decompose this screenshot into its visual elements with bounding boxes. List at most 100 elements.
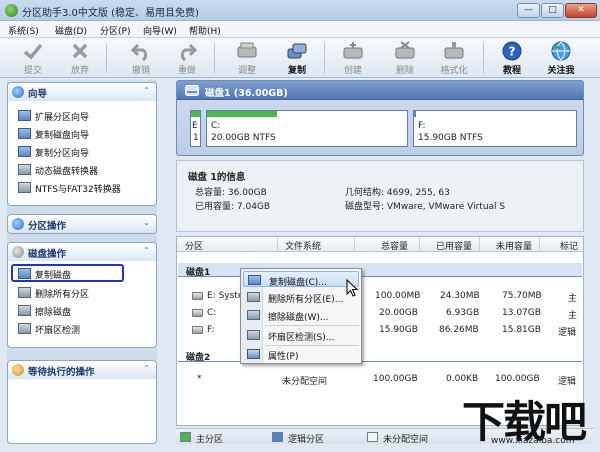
pending-ops-icon	[12, 364, 24, 376]
toolbar: 提交 放弃 撤销 重做 调整 复制 创建 删除 格式化 ? 教程 关注我	[0, 38, 600, 78]
column-header-filesystem[interactable]: 文件系统	[285, 239, 321, 252]
delete-drive-icon	[395, 41, 415, 59]
toolbar-separator	[483, 43, 484, 73]
cell-used: 6.93GB	[446, 308, 480, 318]
partition-block-e[interactable]: E 1	[190, 110, 201, 147]
disk-group-row[interactable]: 磁盘2	[178, 348, 582, 363]
context-item-properties[interactable]: 属性(P)	[243, 346, 359, 362]
context-item-delete-all[interactable]: 删除所有分区(E)...	[243, 289, 359, 305]
logical-legend-swatch	[272, 432, 283, 442]
submit-button[interactable]: 提交	[13, 40, 53, 76]
copy-disk-icon	[18, 268, 31, 279]
partition-block-c[interactable]: C: 20.00GB NTFS	[206, 110, 408, 147]
column-header-partition[interactable]: 分区	[185, 239, 203, 252]
close-button[interactable]: ✕	[565, 3, 597, 18]
app-logo-icon	[5, 4, 18, 17]
delete-button[interactable]: 删除	[385, 40, 425, 76]
context-item-wipe-disk[interactable]: 擦除磁盘(W)...	[243, 307, 359, 323]
watermark-url: www.xiazaiba.com	[491, 436, 575, 446]
undo-button[interactable]: 撤销	[121, 40, 161, 76]
wizard-item-icon	[18, 146, 31, 157]
column-header-flag[interactable]: 标记	[560, 239, 578, 252]
toolbar-separator	[324, 43, 325, 73]
tutorial-label: 教程	[502, 66, 521, 76]
pending-ops-panel: 等待执行的操作 ⌃	[7, 360, 157, 444]
cell-free: 75.70MB	[502, 291, 542, 301]
table-row[interactable]: C: 20.00GB 6.93GB 13.07GB 主	[177, 306, 583, 321]
copy-label: 复制	[287, 66, 306, 76]
left-panel: 向导 ⌃ 扩展分区向导 复制磁盘向导 复制分区向导 动态磁盘转换器 NTFS与F…	[7, 80, 157, 444]
column-header-free[interactable]: 未用容量	[496, 239, 532, 252]
context-item-label: 复制磁盘(C)...	[269, 278, 327, 288]
wizard-panel-header[interactable]: 向导 ⌃	[8, 83, 156, 101]
disk-ops-header[interactable]: 磁盘操作 ⌃	[8, 243, 156, 261]
context-item-label: 删除所有分区(E)...	[268, 295, 344, 305]
minimize-button[interactable]: —	[517, 3, 540, 18]
disk-used-capacity: 已用容量: 7.04GB	[195, 202, 271, 212]
menu-disk[interactable]: 磁盘(D)	[55, 24, 87, 37]
partition-ops-header[interactable]: 分区操作 ⌄	[8, 215, 156, 233]
create-button[interactable]: 创建	[333, 40, 373, 76]
menu-wizard[interactable]: 向导(W)	[143, 24, 177, 37]
cell-flag: 逻辑	[558, 328, 577, 338]
partition-ops-title: 分区操作	[28, 221, 67, 232]
context-item-bad-sector[interactable]: 坏扇区检测(S)...	[243, 327, 359, 343]
table-row[interactable]: E: Syster 100.00MB 24.30MB 75.70MB 主	[177, 289, 583, 304]
menu-partition[interactable]: 分区(P)	[100, 24, 130, 37]
resize-button[interactable]: 调整	[227, 40, 267, 76]
maximize-button[interactable]: □	[541, 3, 564, 18]
copy-drive-icon	[287, 43, 307, 59]
partition-ops-panel: 分区操作 ⌄	[7, 214, 157, 234]
primary-legend-label: 主分区	[196, 435, 224, 445]
redo-button[interactable]: 重做	[167, 40, 207, 76]
partition-info: 15.90GB NTFS	[418, 133, 483, 143]
menu-system[interactable]: 系统(S)	[8, 24, 39, 37]
column-divider[interactable]	[479, 237, 480, 252]
disk-map-title: 磁盘1 (36.00GB)	[205, 88, 288, 99]
bad-sector-icon	[247, 330, 260, 340]
column-divider[interactable]	[354, 237, 355, 252]
expand-chevron-icon[interactable]: ⌄	[143, 218, 150, 227]
delete-label: 删除	[395, 66, 414, 76]
discard-label: 放弃	[70, 66, 89, 76]
discard-button[interactable]: 放弃	[60, 40, 100, 76]
disk-map[interactable]: 磁盘1 (36.00GB) E 1 C: 20.00GB NTFS F: 15.…	[176, 80, 584, 156]
column-divider[interactable]	[277, 237, 278, 252]
menu-help[interactable]: 帮助(H)	[189, 24, 221, 37]
pending-ops-header[interactable]: 等待执行的操作 ⌃	[8, 361, 156, 379]
redo-label: 重做	[177, 66, 196, 76]
cell-total: 100.00GB	[373, 374, 418, 384]
disk-icon	[185, 85, 199, 96]
collapse-chevron-icon[interactable]: ⌃	[143, 364, 150, 373]
collapse-chevron-icon[interactable]: ⌃	[143, 246, 150, 255]
column-header-total[interactable]: 总容量	[381, 239, 408, 252]
column-header-used[interactable]: 已用容量	[436, 239, 472, 252]
collapse-chevron-icon[interactable]: ⌃	[143, 86, 150, 95]
format-label: 格式化	[440, 66, 468, 76]
partition-usage-bar	[191, 111, 200, 117]
table-row[interactable]: F: 15.90GB 86.26MB 15.81GB 逻辑	[177, 323, 583, 338]
partition-block-f[interactable]: F: 15.90GB NTFS	[413, 110, 577, 147]
partition-drive-icon	[192, 292, 203, 300]
copy-button[interactable]: 复制	[277, 40, 317, 76]
cell-free: 13.07GB	[502, 308, 541, 318]
partition-usage-bar	[414, 111, 416, 117]
column-divider[interactable]	[419, 237, 420, 252]
group-divider	[178, 276, 582, 277]
help-icon: ?	[502, 41, 522, 61]
format-button[interactable]: 格式化	[434, 40, 474, 76]
tutorial-button[interactable]: ? 教程	[492, 40, 532, 76]
follow-button[interactable]: 关注我	[541, 40, 581, 76]
delete-partitions-icon	[247, 292, 260, 302]
wipe-disk-icon	[247, 310, 260, 320]
column-divider[interactable]	[539, 237, 540, 252]
disk-info-heading: 磁盘 1的信息	[188, 172, 246, 183]
drive-icon	[237, 42, 257, 58]
disk-group-row[interactable]: 磁盘1	[178, 263, 582, 278]
partition-drive-icon	[192, 309, 203, 317]
table-row[interactable]: * 未分配空间 100.00GB 0.00KB 100.00GB 逻辑	[177, 372, 583, 387]
context-item-copy-disk[interactable]: 复制磁盘(C)...	[243, 271, 359, 288]
context-item-label: 坏扇区检测(S)...	[268, 333, 335, 343]
cell-used: 86.26MB	[439, 325, 479, 335]
disk-total-capacity: 总容量: 36.00GB	[195, 188, 267, 198]
